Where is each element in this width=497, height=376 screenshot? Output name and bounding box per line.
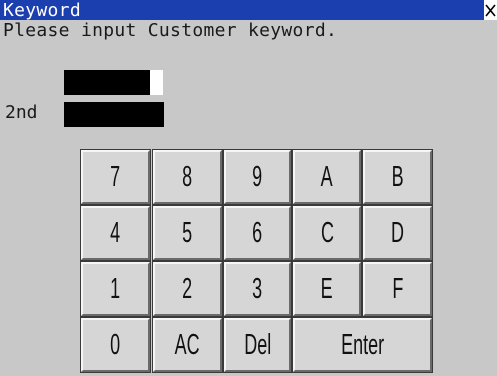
key-9[interactable]: 9 [224,150,291,204]
prompt-text: Please input Customer keyword. [3,20,338,41]
all-clear-button[interactable]: AC [153,318,222,372]
key-label: C [320,216,334,249]
key-0[interactable]: 0 [81,318,150,372]
key-label: 7 [110,160,121,193]
key-a[interactable]: A [293,150,361,204]
key-1[interactable]: 1 [81,262,150,316]
keypad: 7 8 9 A B 4 5 6 C D 1 2 3 E F 0 AC Del E… [81,150,434,373]
key-label: Del [244,328,271,361]
key-b[interactable]: B [363,150,432,204]
key-label: F [392,272,403,305]
key-label: 9 [252,160,263,193]
input-cursor [150,70,163,95]
key-c[interactable]: C [293,206,361,260]
keyword-dialog: Keyword Please input Customer keyword. 2… [0,0,497,376]
key-label: 2 [182,272,193,305]
second-keyword-label: 2nd [5,102,38,123]
key-label: 0 [110,328,121,361]
key-6[interactable]: 6 [224,206,291,260]
key-label: D [390,216,404,249]
key-4[interactable]: 4 [81,206,150,260]
second-keyword-input-field[interactable] [64,102,164,127]
key-label: 3 [252,272,263,305]
close-button[interactable] [484,0,497,20]
key-d[interactable]: D [363,206,432,260]
key-f[interactable]: F [363,262,432,316]
enter-button[interactable]: Enter [293,318,432,372]
key-3[interactable]: 3 [224,262,291,316]
key-label: AC [175,328,200,361]
key-label: 1 [110,272,121,305]
title-bar: Keyword [0,0,484,21]
window-title: Keyword [3,0,81,21]
key-label: E [321,272,333,305]
key-2[interactable]: 2 [153,262,222,316]
key-e[interactable]: E [293,262,361,316]
key-label: B [391,160,404,193]
key-7[interactable]: 7 [81,150,150,204]
close-icon [485,4,496,17]
keyword-input-field[interactable] [64,70,150,95]
key-label: 4 [110,216,121,249]
key-label: 6 [252,216,263,249]
key-label: A [321,160,333,193]
delete-button[interactable]: Del [224,318,291,372]
key-label: 5 [182,216,193,249]
key-8[interactable]: 8 [153,150,222,204]
key-label: 8 [182,160,193,193]
key-5[interactable]: 5 [153,206,222,260]
key-label: Enter [341,328,384,361]
